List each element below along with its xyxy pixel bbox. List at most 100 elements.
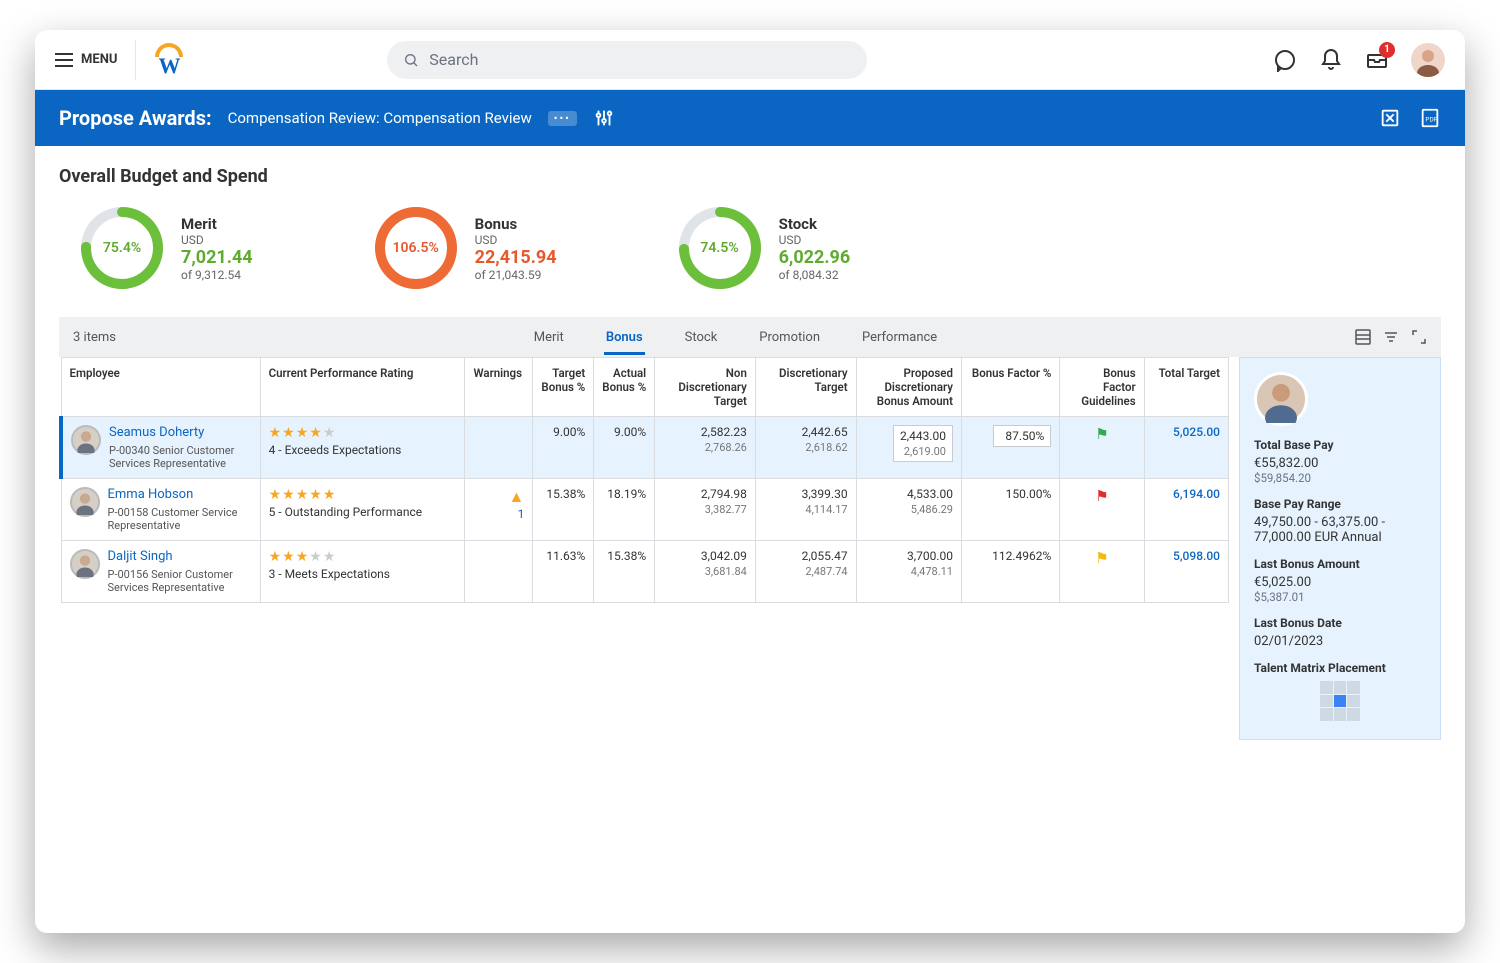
table-row[interactable]: Seamus Doherty P-00340 Senior Customer S… xyxy=(61,417,1229,479)
budget-currency: USD xyxy=(779,233,851,247)
notifications-icon[interactable] xyxy=(1319,48,1343,72)
warning-count[interactable]: 1 xyxy=(473,507,524,521)
bonus-factor: 150.00% xyxy=(961,479,1059,541)
column-header[interactable]: Warnings xyxy=(465,358,533,417)
base-pay-range-value: 49,750.00 - 63,375.00 - 77,000.00 EUR An… xyxy=(1254,515,1426,545)
actual-bonus-pct: 18.19% xyxy=(594,479,655,541)
target-bonus-pct: 15.38% xyxy=(533,479,594,541)
rating-stars: ★★★★★ xyxy=(269,487,457,503)
total-base-pay-value: €55,832.00 xyxy=(1254,456,1426,471)
proposed-amount-input[interactable]: 2,443.002,619.00 xyxy=(893,425,953,462)
awards-table: EmployeeCurrent Performance RatingWarnin… xyxy=(59,357,1229,603)
hamburger-icon xyxy=(55,53,73,67)
export-excel-icon[interactable] xyxy=(1379,107,1401,129)
column-header[interactable]: Current Performance Rating xyxy=(260,358,465,417)
rating-stars: ★★★★★ xyxy=(269,425,457,441)
flag-icon: ⚑ xyxy=(1095,549,1108,567)
talent-matrix-label: Talent Matrix Placement xyxy=(1254,661,1426,675)
inbox-icon[interactable]: 1 xyxy=(1365,48,1389,72)
bonus-factor: 87.50% xyxy=(961,417,1059,479)
discretionary-target: 2,055.472,487.74 xyxy=(755,541,856,603)
budget-donut-merit: 75.4% xyxy=(79,205,165,291)
user-avatar[interactable] xyxy=(1411,43,1445,77)
employee-detail-panel: Total Base Pay €55,832.00 $59,854.20 Bas… xyxy=(1239,357,1441,740)
total-base-pay-label: Total Base Pay xyxy=(1254,438,1426,452)
search-icon xyxy=(403,52,419,68)
bonus-factor-input[interactable]: 87.50% xyxy=(993,425,1051,447)
discretionary-target: 2,442.652,618.62 xyxy=(755,417,856,479)
filter-icon[interactable] xyxy=(1383,329,1399,345)
budget-item-merit: 75.4% Merit USD 7,021.44 of 9,312.54 xyxy=(79,205,253,291)
total-target-link[interactable]: 5,098.00 xyxy=(1173,549,1220,563)
table-row[interactable]: Emma Hobson P-00158 Customer Service Rep… xyxy=(61,479,1229,541)
proposed-amount: 2,443.002,619.00 xyxy=(856,417,961,479)
tab-performance[interactable]: Performance xyxy=(860,320,939,355)
column-header[interactable]: Total Target xyxy=(1144,358,1228,417)
table-row[interactable]: Daljit Singh P-00156 Senior Customer Ser… xyxy=(61,541,1229,603)
warning-icon: ▲ xyxy=(509,487,525,506)
employee-avatar xyxy=(70,549,100,579)
nondiscretionary-target: 2,582.232,768.26 xyxy=(655,417,756,479)
column-header[interactable]: Non Discretionary Target xyxy=(655,358,756,417)
tab-promotion[interactable]: Promotion xyxy=(757,320,822,355)
budget-of: of 9,312.54 xyxy=(181,268,253,282)
budget-value: 7,021.44 xyxy=(181,247,253,268)
column-header[interactable]: Bonus Factor Guidelines xyxy=(1060,358,1144,417)
last-bonus-date-label: Last Bonus Date xyxy=(1254,616,1426,630)
budget-donut-bonus: 106.5% xyxy=(373,205,459,291)
talent-matrix-icon xyxy=(1320,681,1360,721)
column-header[interactable]: Bonus Factor % xyxy=(961,358,1059,417)
actual-bonus-pct: 9.00% xyxy=(594,417,655,479)
tab-bonus[interactable]: Bonus xyxy=(604,320,645,355)
search-input[interactable]: Search xyxy=(387,41,867,79)
rating-text: 5 - Outstanding Performance xyxy=(269,505,457,519)
employee-avatar xyxy=(70,487,100,517)
rating-text: 3 - Meets Expectations xyxy=(269,567,457,581)
page-subtitle: Compensation Review: Compensation Review xyxy=(228,109,532,127)
workday-logo[interactable]: W xyxy=(154,45,184,75)
actual-bonus-pct: 15.38% xyxy=(594,541,655,603)
employee-avatar xyxy=(71,425,101,455)
section-title: Overall Budget and Spend xyxy=(59,166,1441,187)
last-bonus-amount-label: Last Bonus Amount xyxy=(1254,557,1426,571)
employee-position: P-00158 Customer Service Representative xyxy=(108,506,252,532)
employee-name-link[interactable]: Emma Hobson xyxy=(108,487,252,502)
column-header[interactable]: Target Bonus % xyxy=(533,358,594,417)
grid-view-icon[interactable] xyxy=(1355,329,1371,345)
fullscreen-icon[interactable] xyxy=(1411,329,1427,345)
top-bar: MENU W Search 1 xyxy=(35,30,1465,90)
employee-name-link[interactable]: Seamus Doherty xyxy=(109,425,252,440)
employee-position: P-00156 Senior Customer Services Represe… xyxy=(108,568,252,594)
employee-name-link[interactable]: Daljit Singh xyxy=(108,549,252,564)
detail-avatar xyxy=(1254,372,1308,426)
column-header[interactable]: Proposed Discretionary Bonus Amount xyxy=(856,358,961,417)
export-pdf-icon[interactable]: PDF xyxy=(1419,107,1441,129)
total-target-link[interactable]: 6,194.00 xyxy=(1173,487,1220,501)
total-target-link[interactable]: 5,025.00 xyxy=(1173,425,1220,439)
proposed-amount: 4,533.005,486.29 xyxy=(856,479,961,541)
last-bonus-date-value: 02/01/2023 xyxy=(1254,634,1426,649)
target-bonus-pct: 9.00% xyxy=(533,417,594,479)
settings-sliders-icon[interactable] xyxy=(593,107,615,129)
budget-name: Bonus xyxy=(475,215,557,233)
table-body: Seamus Doherty P-00340 Senior Customer S… xyxy=(61,417,1229,603)
page-header: Propose Awards: Compensation Review: Com… xyxy=(35,90,1465,146)
more-chip[interactable]: ••• xyxy=(548,111,577,126)
column-header[interactable]: Employee xyxy=(61,358,260,417)
tab-stock[interactable]: Stock xyxy=(683,320,720,355)
column-header[interactable]: Actual Bonus % xyxy=(594,358,655,417)
table-tabs: Merit Bonus Stock Promotion Performance xyxy=(532,320,939,355)
base-pay-range-label: Base Pay Range xyxy=(1254,497,1426,511)
flag-icon: ⚑ xyxy=(1095,425,1108,443)
last-bonus-amount-value: €5,025.00 xyxy=(1254,575,1426,590)
budget-currency: USD xyxy=(181,233,253,247)
proposed-amount: 3,700.004,478.11 xyxy=(856,541,961,603)
column-header[interactable]: Discretionary Target xyxy=(755,358,856,417)
tab-merit[interactable]: Merit xyxy=(532,320,566,355)
bonus-factor: 112.4962% xyxy=(961,541,1059,603)
budget-percent: 74.5% xyxy=(677,205,763,291)
discretionary-target: 3,399.304,114.17 xyxy=(755,479,856,541)
rating-stars: ★★★★★ xyxy=(269,549,457,565)
chat-icon[interactable] xyxy=(1273,48,1297,72)
menu-button[interactable]: MENU xyxy=(55,52,117,67)
